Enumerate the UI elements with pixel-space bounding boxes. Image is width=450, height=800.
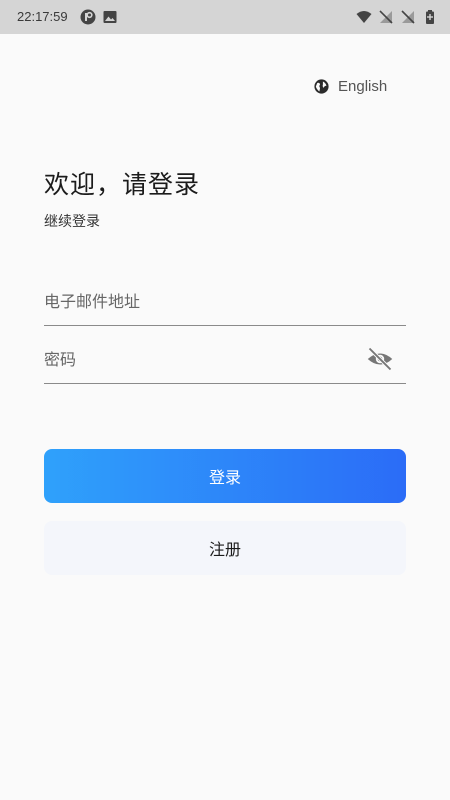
signal-off-icon: [401, 10, 415, 24]
language-switch[interactable]: English: [313, 78, 387, 95]
eye-off-icon[interactable]: [366, 345, 394, 373]
battery-icon: [426, 10, 434, 24]
globe-icon: [314, 79, 329, 94]
password-input[interactable]: [44, 335, 354, 383]
image-notification-icon: [103, 11, 117, 23]
password-field-container: [44, 335, 406, 384]
signal-off-icon: [379, 10, 393, 24]
app-notification-icon: [80, 9, 96, 25]
welcome-title: 欢迎，请登录: [44, 170, 201, 199]
wifi-icon: [356, 11, 372, 23]
status-bar: 22:17:59: [0, 0, 450, 34]
register-button[interactable]: 注册: [44, 521, 406, 575]
login-button[interactable]: 登录: [44, 449, 406, 503]
email-field-container: [44, 277, 406, 326]
language-label: English: [338, 78, 388, 95]
welcome-subtitle: 继续登录: [44, 214, 100, 230]
email-input[interactable]: [44, 277, 406, 325]
status-left-icons: [80, 9, 118, 25]
status-right-icons: [356, 9, 438, 25]
status-time: 22:17:59: [17, 9, 68, 24]
